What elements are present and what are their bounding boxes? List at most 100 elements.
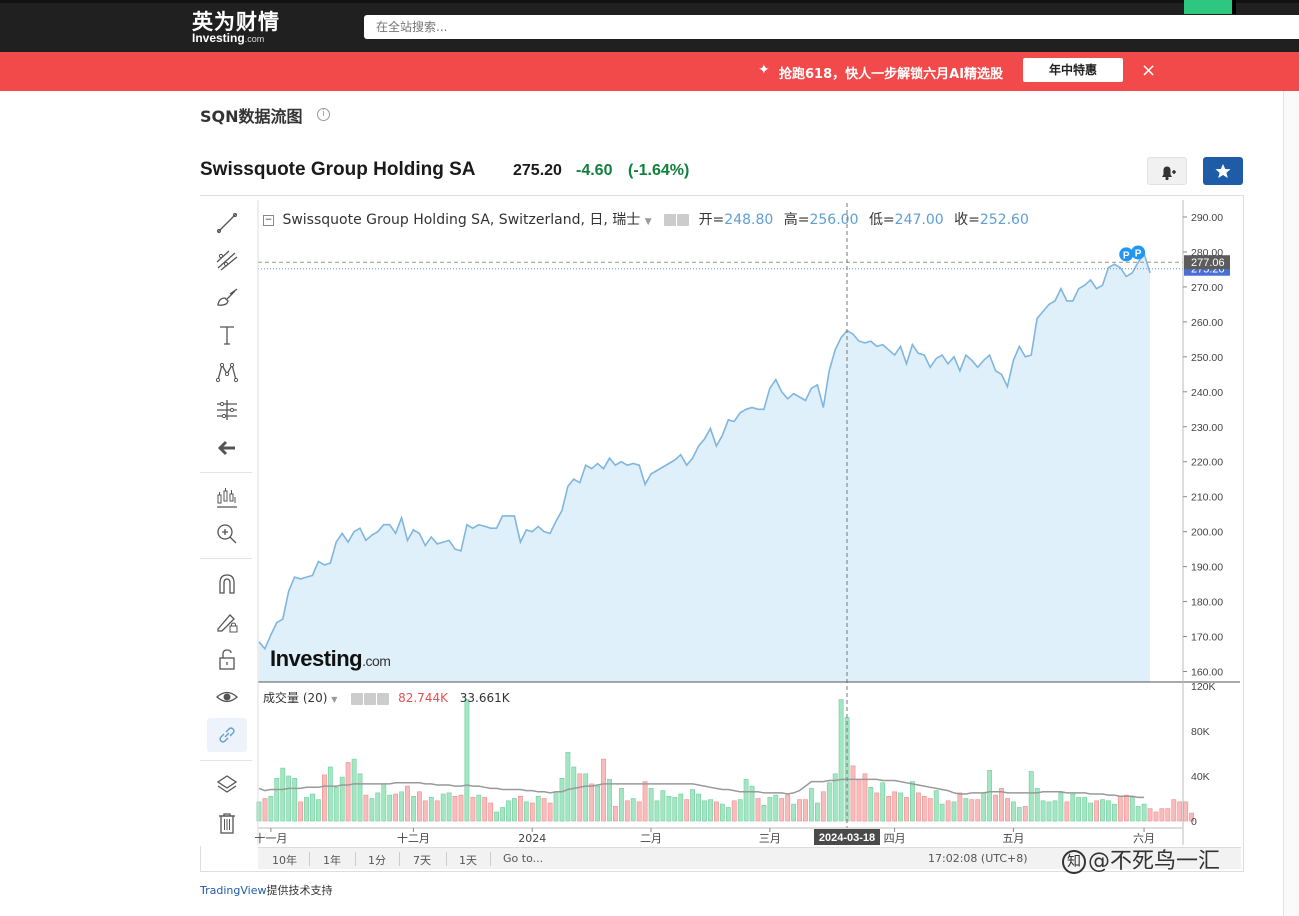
- range-divider: [399, 852, 400, 866]
- back-tool[interactable]: [207, 431, 247, 465]
- info-icon[interactable]: i: [317, 108, 330, 121]
- legend-low-label: 低=: [868, 212, 895, 228]
- logo-en[interactable]: Investing.com: [192, 31, 264, 45]
- add-alert-button[interactable]: [1147, 157, 1187, 185]
- chart-legend: − Swissquote Group Holding SA, Switzerla…: [263, 209, 1029, 229]
- volume-legend: 成交量 (20) ▼ 82.744K 33.661K: [263, 689, 510, 706]
- chart-type-tool[interactable]: [207, 480, 247, 514]
- layers-tool[interactable]: [207, 768, 247, 802]
- unlock-icon: [219, 649, 235, 670]
- footer-credit: TradingView提供技术支持: [200, 882, 332, 898]
- magnet-tool[interactable]: [207, 567, 247, 601]
- volume-value-1: 82.744K: [398, 691, 448, 705]
- range-divider: [309, 852, 310, 866]
- instrument-name: Swissquote Group Holding SA: [200, 159, 476, 180]
- legend-close-value: 252.60: [979, 212, 1029, 228]
- promo-button[interactable]: 年中特惠: [1023, 58, 1123, 82]
- volume-close-icon[interactable]: [377, 692, 390, 705]
- volume-dropdown-icon[interactable]: ▼: [331, 695, 337, 704]
- text-tool[interactable]: [207, 318, 247, 352]
- header-strip: [0, 0, 1299, 3]
- brush-icon: [217, 288, 238, 306]
- chart-watermark-suffix: .com: [362, 653, 391, 669]
- range-7d[interactable]: 7天: [413, 852, 431, 868]
- rocket-icon: ✦: [758, 62, 770, 78]
- page-title: SQN数据流图: [200, 107, 303, 126]
- chart-container: [200, 195, 1244, 872]
- logo-en-suffix: .com: [244, 34, 265, 44]
- logo-en-text: Investing: [192, 31, 245, 45]
- chart-watermark-brand: Investing: [270, 646, 363, 671]
- arrow-left-icon: [217, 440, 235, 456]
- pattern-icon: [215, 362, 239, 383]
- goto-date[interactable]: Go to...: [503, 852, 543, 865]
- tradingview-link[interactable]: TradingView: [200, 884, 266, 897]
- toolbar-divider: [200, 472, 252, 473]
- page-scrollbar[interactable]: [1283, 91, 1299, 916]
- instrument-price: 275.20: [513, 162, 562, 179]
- legend-hide-icon[interactable]: [664, 214, 677, 226]
- pattern-tool[interactable]: [207, 355, 247, 389]
- clock-time: 17:02:08 (UTC+8): [928, 852, 1028, 865]
- range-divider: [490, 852, 491, 866]
- pitchfork-icon: [216, 250, 238, 271]
- range-divider: [355, 852, 356, 866]
- magnet-icon: [219, 574, 235, 594]
- legend-close-label: 收=: [954, 212, 980, 228]
- measure-tool[interactable]: [207, 393, 247, 427]
- legend-symbol: Swissquote Group Holding SA, Switzerland…: [282, 212, 641, 228]
- brush-tool[interactable]: [207, 281, 247, 315]
- lock-drawings-tool[interactable]: [207, 605, 247, 639]
- close-icon[interactable]: ×: [1141, 60, 1156, 81]
- fib-tool[interactable]: [207, 243, 247, 277]
- legend-high-value: 256.00: [809, 212, 859, 228]
- trend-line-tool[interactable]: [207, 206, 247, 240]
- volume-value-2: 33.661K: [459, 691, 510, 705]
- legend-dropdown-icon[interactable]: ▼: [645, 217, 652, 227]
- legend-low-value: 247.00: [894, 212, 944, 228]
- promo-banner: ✦ 抢跑618，快人一步解锁六月AI精选股 年中特惠 ×: [0, 52, 1299, 91]
- layers-icon: [216, 775, 238, 793]
- top-header: 英为财情 Investing.com: [0, 0, 1299, 52]
- instrument-change: -4.60: [576, 162, 613, 179]
- watchlist-star-button[interactable]: [1203, 157, 1243, 185]
- zoom-in-icon: [217, 524, 237, 544]
- range-divider: [446, 852, 447, 866]
- range-1d[interactable]: 1天: [459, 852, 477, 868]
- visibility-tool[interactable]: [207, 680, 247, 714]
- promo-text[interactable]: 抢跑618，快人一步解锁六月AI精选股: [779, 63, 1003, 82]
- collapse-icon[interactable]: −: [263, 214, 274, 226]
- eye-icon: [216, 691, 238, 703]
- delete-tool[interactable]: [207, 806, 247, 840]
- toolbar-divider: [200, 760, 252, 761]
- range-1y[interactable]: 1年: [323, 852, 341, 868]
- ruler-icon: [217, 400, 237, 420]
- zhihu-watermark: 知 @不死鸟一汇: [1062, 843, 1220, 875]
- text-icon: [220, 326, 234, 345]
- bell-plus-icon: [1162, 166, 1176, 181]
- zoom-tool[interactable]: [207, 517, 247, 551]
- range-10y[interactable]: 10年: [272, 852, 297, 868]
- zhihu-logo: 知: [1062, 850, 1086, 874]
- legend-settings-icon[interactable]: [677, 214, 690, 226]
- toolbar-divider: [200, 558, 252, 559]
- link-icon: [219, 727, 235, 743]
- volume-hide-icon[interactable]: [351, 692, 364, 705]
- watermark-text: @不死鸟一汇: [1088, 849, 1221, 874]
- candles-icon: [217, 488, 237, 508]
- drawing-toolbar: [200, 196, 252, 846]
- pencil-lock-icon: [217, 614, 238, 633]
- link-tool[interactable]: [207, 718, 247, 752]
- legend-open-label: 开=: [698, 212, 725, 228]
- range-1m[interactable]: 1分: [368, 852, 386, 868]
- search-input[interactable]: [364, 15, 1299, 39]
- unlock-tool[interactable]: [207, 642, 247, 676]
- legend-high-label: 高=: [783, 212, 810, 228]
- footer-credit-text: 提供技术支持: [266, 884, 333, 897]
- instrument-change-pct: (-1.64%): [628, 162, 690, 179]
- volume-settings-icon[interactable]: [364, 692, 377, 705]
- volume-label: 成交量 (20): [263, 691, 328, 705]
- star-icon: [1215, 164, 1231, 178]
- trend-line-icon: [216, 212, 238, 234]
- legend-open-value: 248.80: [724, 212, 774, 228]
